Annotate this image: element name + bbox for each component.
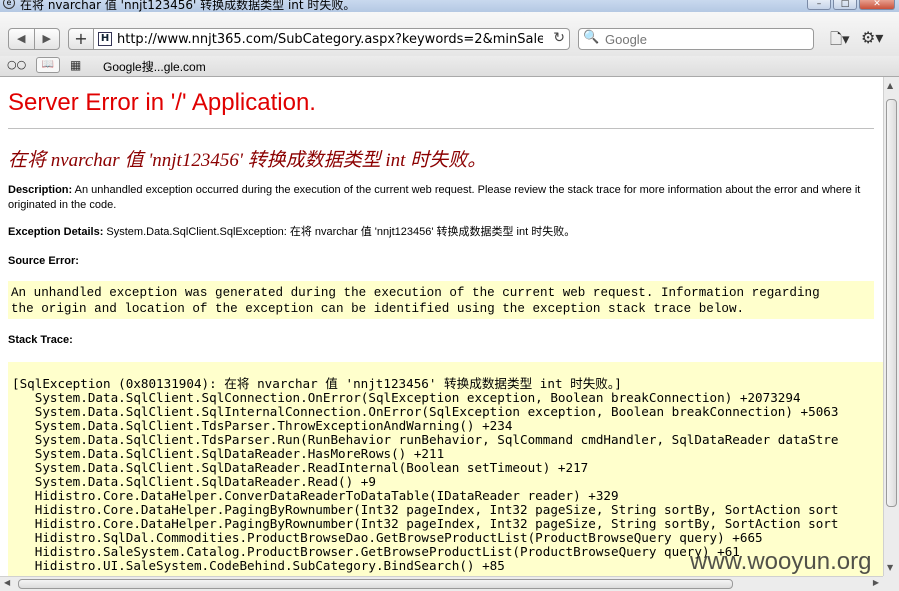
- maximize-button[interactable]: □: [833, 0, 857, 10]
- add-bookmark-button[interactable]: +: [68, 28, 94, 50]
- stack-line: System.Data.SqlClient.SqlDataReader.Read…: [12, 460, 589, 475]
- description-paragraph: Description: An unhandled exception occu…: [8, 183, 874, 213]
- stack-line: Hidistro.SqlDal.Commodities.ProductBrows…: [12, 530, 763, 545]
- bookmarks-book-icon[interactable]: 📖: [36, 57, 60, 73]
- close-button[interactable]: ✕: [859, 0, 895, 10]
- page-menu-icon[interactable]: 🗋▾: [830, 29, 850, 54]
- minimize-button[interactable]: –: [807, 0, 831, 10]
- horizontal-scrollbar[interactable]: ◀ ▶: [0, 576, 883, 591]
- url-text[interactable]: http://www.nnjt365.com/SubCategory.aspx?…: [117, 32, 543, 47]
- bookmark-item-google[interactable]: Google搜...gle.com: [103, 58, 206, 75]
- bookmarks-bar: ○○ 📖 ▦ Google搜...gle.com: [0, 56, 899, 77]
- scrollbar-corner: [883, 576, 899, 591]
- title-divider: [8, 128, 874, 129]
- scroll-up-icon[interactable]: ▲: [887, 81, 893, 90]
- stack-line: System.Data.SqlClient.SqlDataReader.HasM…: [12, 446, 445, 461]
- window-controls: – □ ✕: [807, 0, 895, 10]
- vertical-scroll-thumb[interactable]: [886, 99, 897, 507]
- error-message-heading: 在将 nvarchar 值 'nnjt123456' 转换成数据类型 int 时…: [8, 150, 487, 171]
- description-label: Description:: [8, 184, 73, 196]
- browser-app-icon: e: [3, 0, 15, 9]
- source-error-box: An unhandled exception was generated dur…: [8, 281, 874, 319]
- back-icon[interactable]: ◀: [9, 29, 35, 49]
- reading-list-icon[interactable]: ○○: [7, 58, 26, 71]
- source-error-heading: Source Error:: [8, 255, 79, 267]
- watermark-text: www.wooyun.org: [690, 548, 872, 575]
- page-title: Server Error in '/' Application.: [8, 89, 316, 116]
- browser-toolbar: ◀ ▶ + H http://www.nnjt365.com/SubCatego…: [0, 12, 899, 56]
- source-line: An unhandled exception was generated dur…: [11, 286, 820, 300]
- search-input[interactable]: [605, 31, 805, 47]
- back-forward-group: ◀ ▶: [8, 28, 60, 50]
- exception-label: Exception Details:: [8, 226, 104, 238]
- scroll-right-icon[interactable]: ▶: [873, 578, 879, 587]
- stack-trace-box: [SqlException (0x80131904): 在将 nvarchar …: [8, 362, 883, 576]
- forward-icon[interactable]: ▶: [35, 29, 60, 49]
- window-title: 在将 nvarchar 值 'nnjt123456' 转换成数据类型 int 时…: [20, 0, 356, 12]
- stack-line: System.Data.SqlClient.TdsParser.ThrowExc…: [12, 418, 513, 433]
- reload-icon[interactable]: ↻: [553, 30, 565, 46]
- search-box[interactable]: 🔍: [578, 28, 814, 50]
- vertical-scrollbar[interactable]: ▲ ▼: [883, 77, 899, 576]
- stack-line: Hidistro.Core.DataHelper.ConverDataReade…: [12, 488, 619, 503]
- scroll-down-icon[interactable]: ▼: [887, 563, 893, 572]
- search-icon: 🔍: [583, 30, 600, 45]
- exception-details-paragraph: Exception Details: System.Data.SqlClient…: [8, 225, 874, 240]
- scroll-left-icon[interactable]: ◀: [4, 578, 10, 587]
- description-text: An unhandled exception occurred during t…: [8, 184, 861, 211]
- page-content: Server Error in '/' Application. 在将 nvar…: [0, 77, 883, 576]
- window-titlebar: e 在将 nvarchar 值 'nnjt123456' 转换成数据类型 int…: [0, 0, 899, 12]
- exception-text: System.Data.SqlClient.SqlException: 在将 n…: [103, 226, 576, 238]
- stack-line: System.Data.SqlClient.SqlInternalConnect…: [12, 404, 839, 419]
- stack-line: System.Data.SqlClient.SqlConnection.OnEr…: [12, 390, 801, 405]
- horizontal-scroll-thumb[interactable]: [18, 579, 733, 589]
- stack-line: Hidistro.Core.DataHelper.PagingByRownumb…: [12, 516, 839, 531]
- gear-icon[interactable]: ⚙▾: [861, 28, 883, 47]
- source-line: the origin and location of the exception…: [11, 302, 745, 316]
- stack-line: System.Data.SqlClient.SqlDataReader.Read…: [12, 474, 376, 489]
- site-favicon-icon: H: [98, 32, 112, 46]
- stack-line: [SqlException (0x80131904): 在将 nvarchar …: [12, 376, 622, 391]
- stack-line: System.Data.SqlClient.TdsParser.Run(RunB…: [12, 432, 839, 447]
- stack-trace-heading: Stack Trace:: [8, 334, 73, 346]
- stack-line: Hidistro.Core.DataHelper.PagingByRownumb…: [12, 502, 839, 517]
- top-sites-icon[interactable]: ▦: [70, 58, 81, 72]
- address-bar[interactable]: H http://www.nnjt365.com/SubCategory.asp…: [94, 28, 570, 50]
